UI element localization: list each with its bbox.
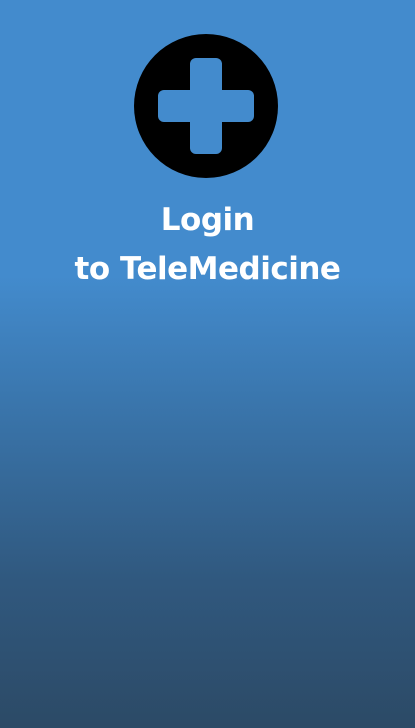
page-title: Login to TeleMedicine xyxy=(0,196,415,294)
title-line-login: Login xyxy=(160,202,255,238)
app-logo xyxy=(134,34,278,178)
login-screen: Login to TeleMedicine xyxy=(0,0,415,728)
medical-cross-icon xyxy=(134,34,278,178)
title-line-app-name: to TeleMedicine xyxy=(74,251,341,287)
